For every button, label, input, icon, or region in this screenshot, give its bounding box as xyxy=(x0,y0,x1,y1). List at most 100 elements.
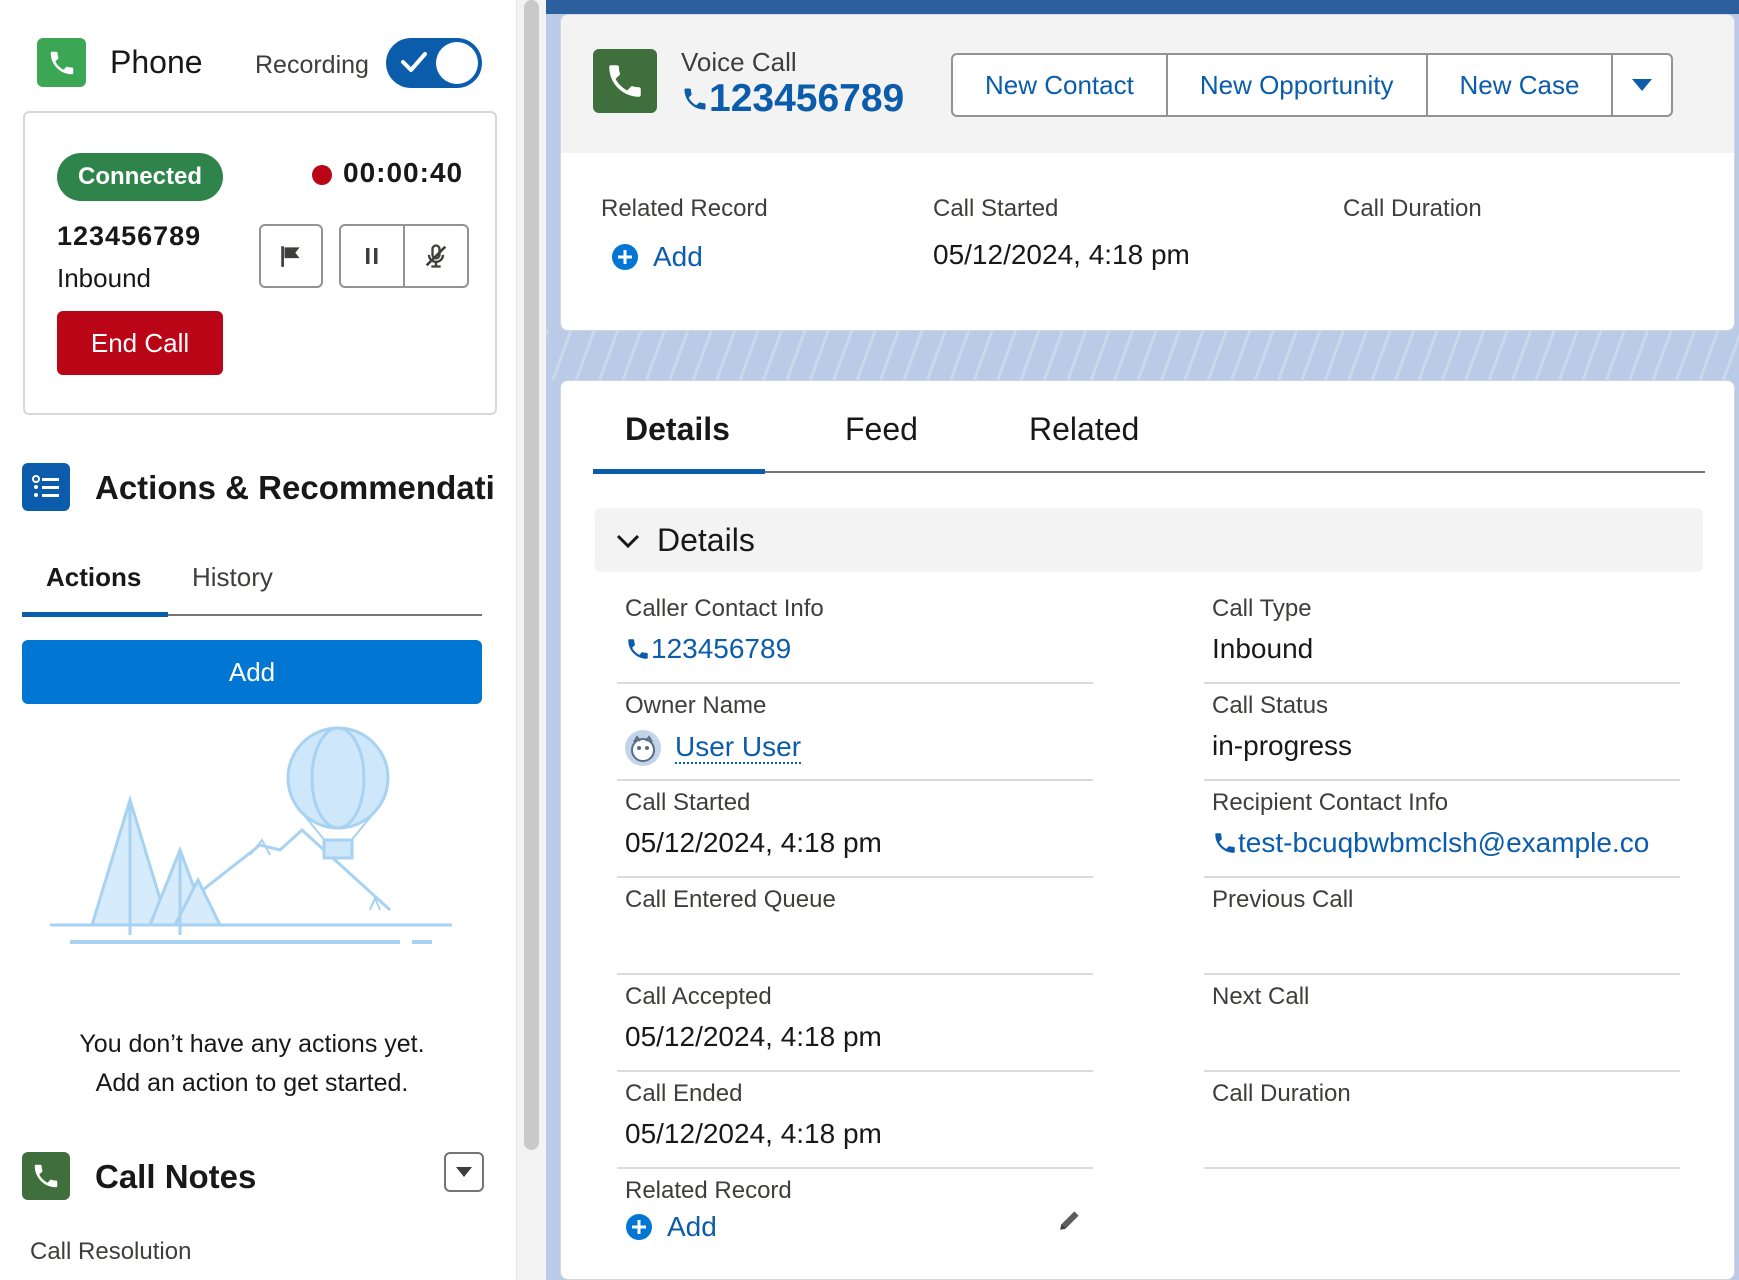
check-icon xyxy=(401,52,427,72)
field-next-call: Next Call xyxy=(1204,975,1680,1072)
field-label: Related Record xyxy=(625,1177,792,1204)
recording-dot xyxy=(312,165,332,185)
empty-line-2: Add an action to get started. xyxy=(95,1069,409,1097)
caller-contact-link[interactable]: 123456789 xyxy=(625,633,791,665)
flag-button[interactable] xyxy=(259,224,323,288)
record-actions: New Contact New Opportunity New Case xyxy=(951,53,1674,117)
tab-related[interactable]: Related xyxy=(1029,411,1139,448)
field-call-status: Call Status in-progress xyxy=(1204,684,1680,781)
call-card: Connected 00:00:40 123456789 Inbound End… xyxy=(23,111,497,415)
call-notes-menu-button[interactable] xyxy=(444,1152,484,1192)
record-number-text: 123456789 xyxy=(709,77,905,120)
new-case-button[interactable]: New Case xyxy=(1425,55,1612,115)
field-owner-name: Owner Name User User xyxy=(617,684,1093,781)
details-section-header[interactable]: Details xyxy=(595,508,1703,572)
field-label: Call Status xyxy=(1212,692,1329,719)
phone-title: Phone xyxy=(110,44,203,80)
field-value: 05/12/2024, 4:18 pm xyxy=(625,827,882,858)
scrollbar-thumb[interactable] xyxy=(524,0,539,1150)
related-record-add[interactable]: Add xyxy=(625,1211,717,1243)
end-call-button[interactable]: End Call xyxy=(57,311,223,375)
empty-actions-message: You don’t have any actions yet. Add an a… xyxy=(22,1025,482,1103)
field-label: Call Entered Queue xyxy=(625,886,836,913)
field-value: Inbound xyxy=(1212,633,1314,664)
owner-link[interactable]: User User xyxy=(675,732,802,764)
field-label: Next Call xyxy=(1212,983,1310,1010)
field-value: 05/12/2024, 4:18 pm xyxy=(625,1021,882,1052)
mute-button[interactable] xyxy=(403,226,467,286)
add-link: Add xyxy=(625,1211,717,1243)
field-call-type: Call Type Inbound xyxy=(1204,587,1680,684)
tab-feed[interactable]: Feed xyxy=(845,411,918,448)
field-label: Call Accepted xyxy=(625,983,772,1010)
background-pattern xyxy=(546,330,1739,380)
phone-icon xyxy=(22,1152,70,1200)
pause-icon xyxy=(366,248,378,264)
phone-icon xyxy=(37,38,86,87)
record-tabbar: Details Feed Related xyxy=(593,381,1705,474)
left-panel-scrollbar[interactable] xyxy=(516,0,546,1280)
field-label: Recipient Contact Info xyxy=(1212,789,1449,816)
new-opportunity-button[interactable]: New Opportunity xyxy=(1165,55,1426,115)
detail-panel: Details Feed Related Details Caller Cont… xyxy=(560,380,1735,1280)
phone-icon xyxy=(1215,833,1235,853)
plus-circle-icon xyxy=(612,244,638,270)
tab-actions[interactable]: Actions xyxy=(46,562,141,593)
flag-icon xyxy=(281,246,300,267)
recipient-contact-link[interactable]: test-bcuqbwbmclsh@example.co xyxy=(1212,827,1649,859)
active-tab-indicator xyxy=(22,612,168,617)
hl-add-label: Add xyxy=(653,241,703,272)
field-value: in-progress xyxy=(1212,730,1353,761)
field-call-entered-queue: Call Entered Queue xyxy=(617,878,1093,975)
tab-details[interactable]: Details xyxy=(625,411,730,448)
new-contact-button[interactable]: New Contact xyxy=(953,55,1166,115)
page-top-band xyxy=(546,0,1739,14)
hl-related-record: Related Record Add xyxy=(601,195,768,273)
status-badge: Connected xyxy=(57,153,223,201)
empty-line-1: You don’t have any actions yet. xyxy=(79,1030,425,1058)
recording-toggle[interactable] xyxy=(386,38,482,88)
caller-number: 123456789 xyxy=(57,221,202,251)
hl-call-duration-label: Call Duration xyxy=(1343,195,1482,222)
pencil-icon[interactable] xyxy=(1057,1207,1083,1233)
call-notes-header: Call Notes xyxy=(22,1152,484,1202)
call-direction: Inbound xyxy=(57,263,151,293)
record-type-label: Voice Call xyxy=(681,47,797,77)
field-call-started: Call Started 05/12/2024, 4:18 pm xyxy=(617,781,1093,878)
chevron-down-icon xyxy=(456,1167,472,1177)
section-title: Details xyxy=(657,522,755,558)
field-recipient-contact-info: Recipient Contact Info test-bcuqbwbmclsh… xyxy=(1204,781,1680,878)
highlights-panel: Voice Call 123456789 New Contact New Opp… xyxy=(560,14,1735,331)
call-control-group xyxy=(339,224,469,288)
actions-tabbar: Actions History xyxy=(22,556,482,617)
record-page: Voice Call 123456789 New Contact New Opp… xyxy=(546,0,1739,1280)
call-resolution-label: Call Resolution xyxy=(30,1238,192,1265)
record-number[interactable]: 123456789 xyxy=(681,77,904,121)
field-caller-contact-info: Caller Contact Info 123456789 xyxy=(617,587,1093,684)
field-previous-call: Previous Call xyxy=(1204,878,1680,975)
actions-header: Actions & Recommendati xyxy=(22,463,495,513)
add-action-button[interactable]: Add xyxy=(22,640,482,704)
list-icon xyxy=(22,463,70,511)
hold-button[interactable] xyxy=(341,226,403,286)
utility-panel: Phone Recording Connected 00:00:40 12345… xyxy=(0,0,516,1280)
actions-title: Actions & Recommendati xyxy=(95,469,495,506)
hl-related-record-add[interactable]: Add xyxy=(611,241,768,273)
recording-label: Recording xyxy=(255,51,369,79)
owner-value: User User xyxy=(625,730,802,766)
hl-call-started: Call Started 05/12/2024, 4:18 pm xyxy=(933,195,1190,271)
plus-circle-icon xyxy=(626,1214,652,1240)
hl-related-record-label: Related Record xyxy=(601,195,768,222)
field-label: Previous Call xyxy=(1212,886,1354,913)
mute-icon xyxy=(425,244,447,268)
field-related-record: Related Record Add xyxy=(617,1169,1093,1266)
chevron-down-icon xyxy=(1632,79,1653,91)
recipient-contact-value: test-bcuqbwbmclsh@example.co xyxy=(1238,827,1650,858)
more-actions-button[interactable] xyxy=(1611,55,1671,115)
hl-call-started-value: 05/12/2024, 4:18 pm xyxy=(933,239,1190,270)
field-call-duration: Call Duration xyxy=(1204,1072,1680,1169)
field-call-ended: Call Ended 05/12/2024, 4:18 pm xyxy=(617,1072,1093,1169)
tab-history[interactable]: History xyxy=(192,562,273,593)
balloon-illustration xyxy=(50,726,452,944)
call-notes-title: Call Notes xyxy=(95,1158,257,1195)
